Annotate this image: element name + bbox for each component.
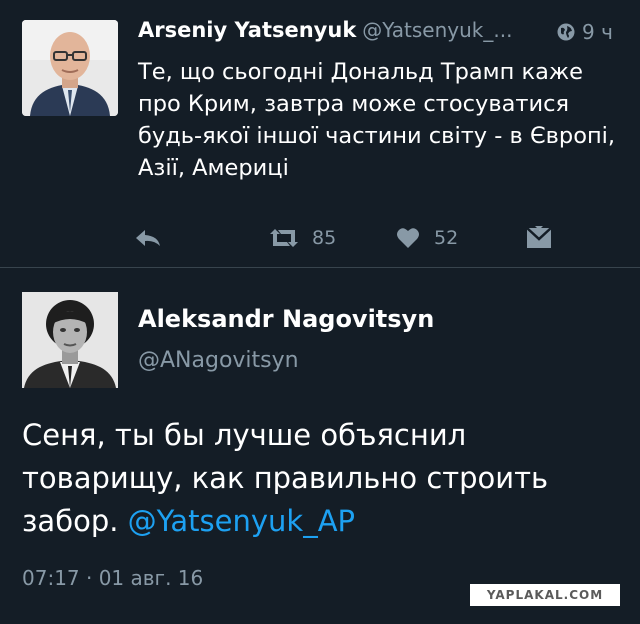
reply-icon (134, 227, 162, 249)
retweet-icon (268, 227, 300, 249)
avatar-photo (22, 20, 118, 116)
retweet-count: 85 (312, 227, 337, 249)
dm-icon (526, 226, 552, 250)
watermark: YAPLAKAL.COM (470, 584, 620, 606)
tweet-header: Arseniy Yatsenyuk @Yatsenyuk_... 9 ч (138, 18, 628, 50)
reply-button[interactable] (134, 218, 162, 258)
display-name[interactable]: Arseniy Yatsenyuk (138, 18, 356, 42)
tweet-actions: 85 52 (0, 218, 640, 258)
dm-button[interactable] (526, 218, 552, 258)
timestamp[interactable]: 07:17 · 01 авг. 16 (22, 566, 203, 590)
username[interactable]: @ANagovitsyn (138, 348, 299, 373)
username[interactable]: @Yatsenyuk_... (362, 18, 512, 42)
tweet-text: Те, що сьогодні Дональд Трамп каже про К… (138, 59, 616, 181)
like-count: 52 (434, 227, 459, 249)
like-icon (396, 227, 420, 249)
globe-icon (556, 22, 576, 42)
retweet-button[interactable]: 85 (268, 218, 336, 258)
mention-link[interactable]: @Yatsenyuk_AP (128, 504, 355, 538)
avatar[interactable] (22, 292, 118, 388)
tweet-yatsenyuk[interactable]: Arseniy Yatsenyuk @Yatsenyuk_... 9 ч Те, … (0, 0, 640, 268)
avatar[interactable] (22, 20, 118, 116)
timestamp[interactable]: 9 ч (582, 20, 613, 44)
display-name[interactable]: Aleksandr Nagovitsyn (138, 305, 434, 333)
avatar-photo (22, 292, 118, 388)
tweet-text: Сеня, ты бы лучше объяснил товарищу, как… (22, 414, 622, 543)
tweet-divider (0, 267, 640, 268)
like-button[interactable]: 52 (396, 218, 458, 258)
